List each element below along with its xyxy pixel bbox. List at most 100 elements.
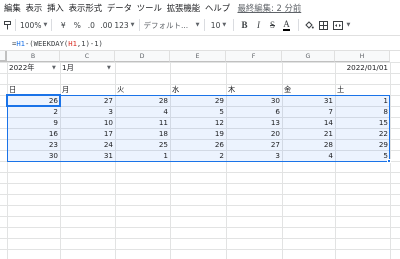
calendar-day-cell[interactable]: 6 [226, 106, 282, 117]
borders-icon[interactable] [317, 17, 331, 33]
calendar-day-cell[interactable]: 26 [7, 95, 60, 106]
calendar-day-cell[interactable]: 5 [170, 106, 226, 117]
menu-format[interactable]: 表示形式 [66, 2, 104, 14]
calendar-day-cell[interactable]: 30 [226, 95, 282, 106]
column-header-c[interactable]: C [60, 51, 115, 62]
calendar-day-cell[interactable]: 1 [115, 150, 170, 161]
calendar-day-cell[interactable]: 31 [60, 150, 115, 161]
calendar-day-cell[interactable]: 18 [115, 128, 170, 139]
calendar-day-cell[interactable]: 8 [335, 106, 390, 117]
bold-button[interactable]: B [238, 17, 252, 33]
font-size-value: 10 [210, 20, 221, 30]
calendar-day-cell[interactable]: 5 [335, 150, 390, 161]
merge-cells-icon[interactable] [331, 17, 345, 33]
toolbar: 100% ▼ ¥ % .0 .00 123 ▼ デフォルト... ▼ 10 ▼ B I … [0, 15, 400, 35]
currency-button[interactable]: ¥ [56, 17, 70, 33]
more-formats-label: 123 [114, 20, 129, 30]
calendar-day-cell[interactable]: 14 [282, 117, 335, 128]
formula-ref: H1 [68, 39, 77, 48]
fill-color-icon[interactable] [303, 17, 317, 33]
menu-help[interactable]: ヘルプ [203, 2, 233, 14]
spreadsheet-grid[interactable]: B C D E F G H 2022年 1月 2022/01/01 ▼ ▼ 日月火水木金土 26 27 28 2… [0, 51, 400, 259]
calendar-day-cell[interactable]: 11 [115, 117, 170, 128]
column-header-h[interactable]: H [335, 51, 390, 62]
calendar-day-cell[interactable]: 12 [170, 117, 226, 128]
calendar-day-cell[interactable]: 20 [226, 128, 282, 139]
calendar-day-cell[interactable]: 15 [335, 117, 390, 128]
weekday-header[interactable]: 日 [7, 84, 60, 95]
weekday-header[interactable]: 月 [60, 84, 115, 95]
calendar-day-cell[interactable]: 16 [7, 128, 60, 139]
menu-data[interactable]: データ [104, 2, 134, 14]
menu-insert[interactable]: 挿入 [45, 2, 67, 14]
menu-edit[interactable]: 編集 [0, 2, 23, 14]
chevron-down-icon: ▼ [43, 22, 48, 28]
calendar-day-cell[interactable]: 31 [282, 95, 335, 106]
chevron-down-icon: ▼ [130, 22, 135, 28]
calendar-day-cell[interactable]: 25 [115, 139, 170, 150]
column-header-f[interactable]: F [226, 51, 282, 62]
calendar-day-cell[interactable]: 7 [282, 106, 335, 117]
dropdown-arrow-icon[interactable]: ▼ [107, 65, 111, 71]
font-name: デフォルト... [143, 20, 189, 30]
calendar-day-cell[interactable]: 9 [7, 117, 60, 128]
calendar-day-cell[interactable]: 27 [226, 139, 282, 150]
decrease-decimal-button[interactable]: .0 [84, 17, 98, 33]
font-size-select[interactable]: 10 ▼ [209, 17, 229, 33]
weekday-header[interactable]: 土 [335, 84, 390, 95]
calendar-day-cell[interactable]: 19 [170, 128, 226, 139]
text-color-button[interactable]: A [280, 17, 294, 33]
paint-format-icon[interactable] [3, 17, 11, 33]
calendar-day-cell[interactable]: 30 [7, 150, 60, 161]
column-header-g[interactable]: G [282, 51, 335, 62]
calendar-day-cell[interactable]: 1 [335, 95, 390, 106]
column-header-e[interactable]: E [170, 51, 226, 62]
column-header-d[interactable]: D [115, 51, 170, 62]
percent-button[interactable]: % [70, 17, 84, 33]
calendar-day-cell[interactable]: 27 [60, 95, 115, 106]
calendar-day-cell[interactable]: 26 [170, 139, 226, 150]
zoom-value: 100% [20, 20, 42, 30]
weekday-header[interactable]: 火 [115, 84, 170, 95]
calendar-day-cell[interactable]: 28 [115, 95, 170, 106]
increase-decimal-button[interactable]: .00 [98, 17, 114, 33]
calendar-day-cell[interactable]: 4 [282, 150, 335, 161]
dropdown-arrow-icon[interactable]: ▼ [52, 65, 56, 71]
last-edit-link[interactable]: 最終編集: 2 分前 [237, 2, 301, 14]
chevron-down-icon: ▼ [195, 22, 200, 28]
chevron-down-icon[interactable]: ▼ [347, 22, 351, 28]
font-select[interactable]: デフォルト... ▼ [144, 17, 200, 33]
menu-extensions[interactable]: 拡張機能 [164, 2, 202, 14]
calendar-day-cell[interactable]: 29 [335, 139, 390, 150]
text-color-icon: A [283, 18, 290, 31]
calendar-day-cell[interactable]: 3 [226, 150, 282, 161]
italic-button[interactable]: I [252, 17, 266, 33]
calendar-day-cell[interactable]: 22 [335, 128, 390, 139]
column-header-b[interactable]: B [7, 51, 60, 62]
menu-tools[interactable]: ツール [134, 2, 164, 14]
menu-bar: 編集 表示 挿入 表示形式 データ ツール 拡張機能 ヘルプ 最終編集: 2 分… [0, 0, 400, 15]
formula-text[interactable]: =H1-(WEEKDAY(H1,1)-1) [12, 39, 103, 48]
weekday-header[interactable]: 水 [170, 84, 226, 95]
more-formats-select[interactable]: 123 ▼ [114, 17, 134, 33]
calendar-day-cell[interactable]: 10 [60, 117, 115, 128]
formula-bar[interactable]: =H1-(WEEKDAY(H1,1)-1) [0, 35, 400, 51]
menu-view[interactable]: 表示 [23, 2, 45, 14]
calendar-day-cell[interactable]: 23 [7, 139, 60, 150]
date-cell[interactable]: 2022/01/01 [335, 62, 390, 73]
calendar-day-cell[interactable]: 21 [282, 128, 335, 139]
select-all-corner[interactable] [0, 51, 7, 62]
weekday-header[interactable]: 木 [226, 84, 282, 95]
calendar-day-cell[interactable]: 29 [170, 95, 226, 106]
calendar-day-cell[interactable]: 4 [115, 106, 170, 117]
calendar-day-cell[interactable]: 17 [60, 128, 115, 139]
calendar-day-cell[interactable]: 24 [60, 139, 115, 150]
calendar-day-cell[interactable]: 3 [60, 106, 115, 117]
strikethrough-button[interactable]: S [266, 17, 280, 33]
calendar-day-cell[interactable]: 28 [282, 139, 335, 150]
zoom-select[interactable]: 100% ▼ [20, 17, 47, 33]
calendar-day-cell[interactable]: 13 [226, 117, 282, 128]
calendar-day-cell[interactable]: 2 [7, 106, 60, 117]
weekday-header[interactable]: 金 [282, 84, 335, 95]
calendar-day-cell[interactable]: 2 [170, 150, 226, 161]
